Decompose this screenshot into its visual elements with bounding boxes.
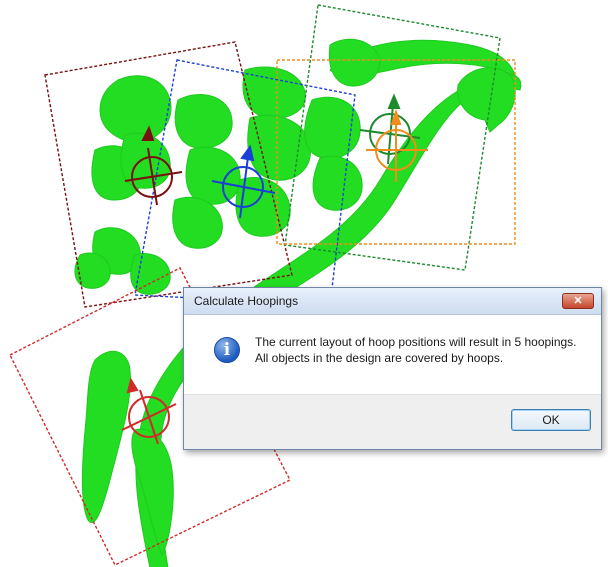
dialog-title-bar[interactable]: Calculate Hoopings ✕: [184, 288, 601, 315]
message-line-2: All objects in the design are covered by…: [255, 351, 504, 365]
ok-button[interactable]: OK: [511, 409, 591, 431]
dialog-footer: OK: [184, 394, 601, 449]
message-line-1: The current layout of hoop positions wil…: [255, 335, 577, 349]
close-button[interactable]: ✕: [562, 293, 594, 309]
dialog-body: i The current layout of hoop positions w…: [184, 315, 601, 395]
information-icon: i: [214, 337, 240, 363]
design-canvas[interactable]: [0, 0, 608, 567]
dialog-title: Calculate Hoopings: [194, 294, 299, 308]
close-icon: ✕: [573, 294, 583, 307]
calculate-hoopings-dialog: Calculate Hoopings ✕ i The current layou…: [183, 287, 602, 450]
